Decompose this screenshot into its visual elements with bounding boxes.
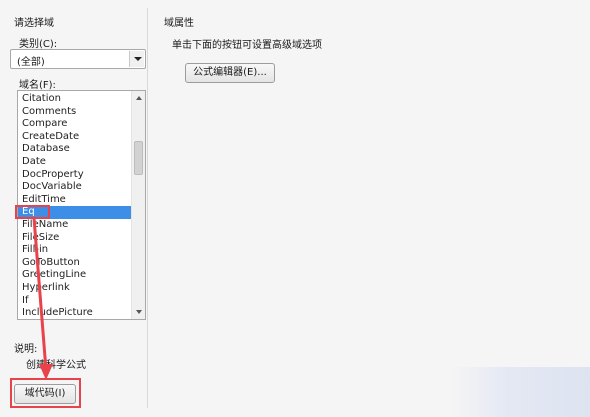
field-dialog: 请选择域 类别(C): (全部) 域名(F): Citation Comments… — [0, 0, 590, 417]
annotation-arrow — [32, 217, 53, 380]
annotation-arrow-head — [39, 364, 53, 380]
watermark-overlay — [452, 367, 590, 417]
annotation-arrow-shaft — [32, 217, 48, 371]
